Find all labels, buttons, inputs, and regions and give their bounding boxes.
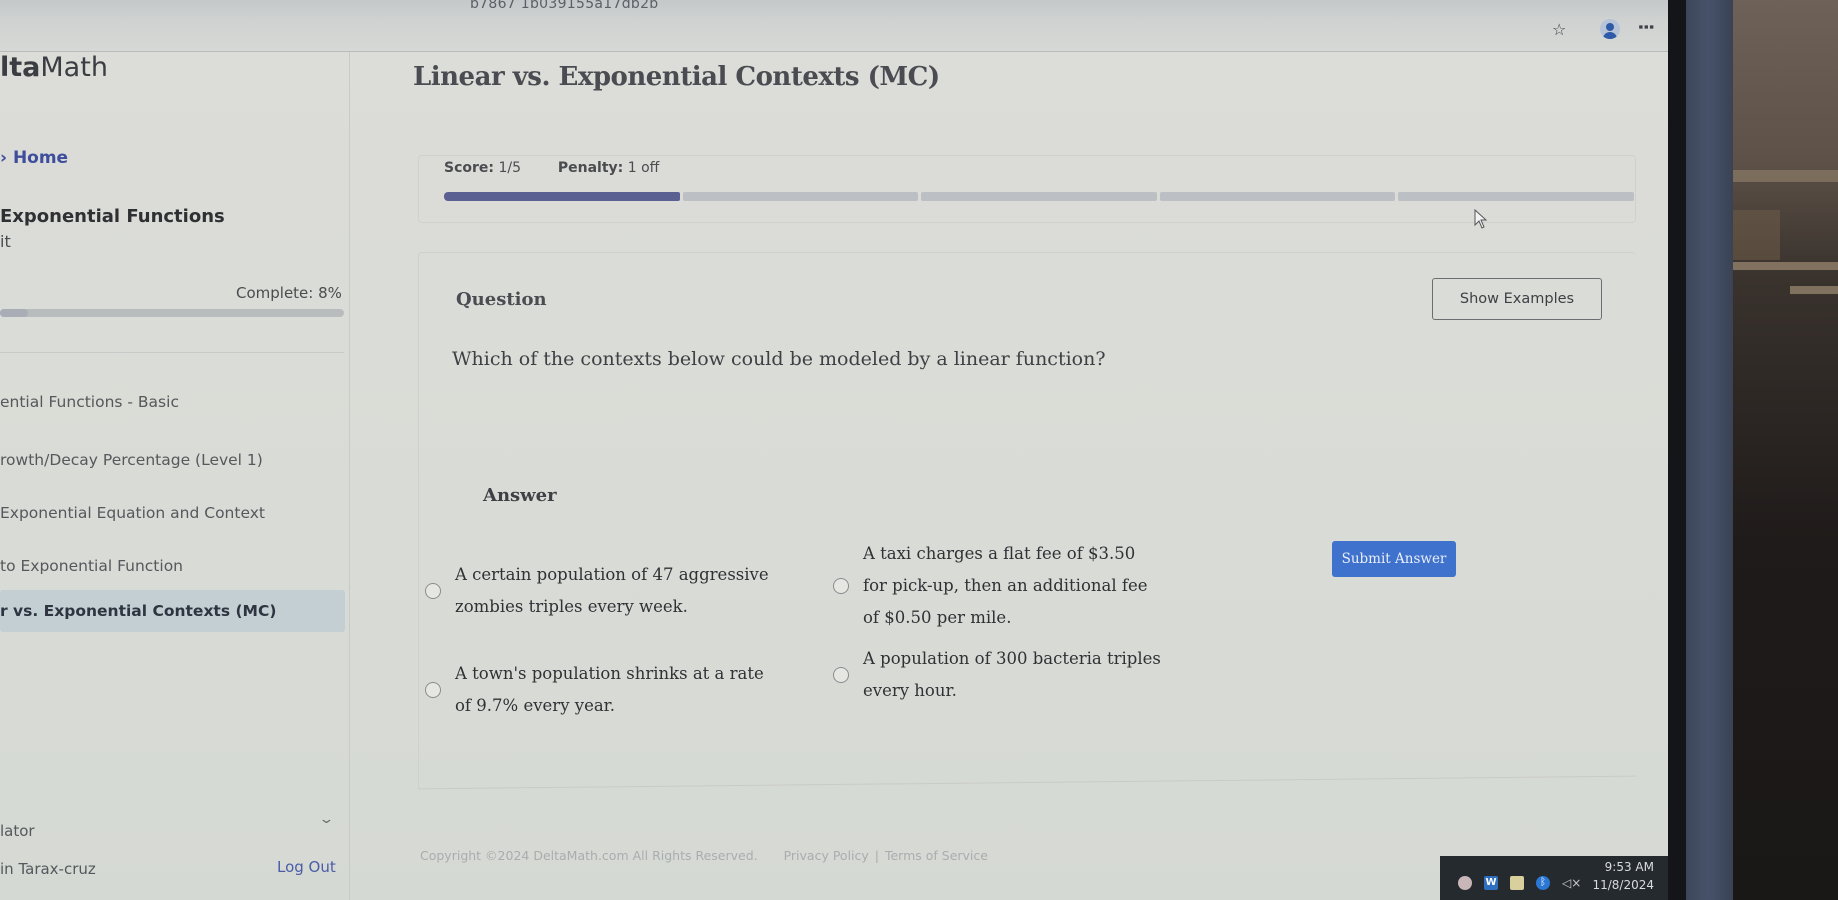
clock-time: 9:53 AM [1604, 860, 1654, 874]
answer-choice-text: A population of 300 bacteria triples eve… [863, 649, 1161, 700]
score-progress-bar [444, 192, 1634, 201]
footer-separator: | [874, 848, 879, 863]
sidebar-item-exponential-functions-basic[interactable]: ential Functions - Basic [0, 382, 345, 422]
shelf [1730, 170, 1838, 182]
bookmark-star-icon[interactable]: ☆ [1552, 20, 1566, 39]
answer-label: Answer [483, 485, 557, 506]
room-background [1730, 0, 1838, 900]
monitor-bezel [1683, 0, 1733, 900]
shelf [1790, 286, 1838, 294]
brand-suffix: Math [40, 52, 108, 83]
terms-of-service-link[interactable]: Terms of Service [885, 848, 988, 863]
sidebar-item-label: Exponential Equation and Context [0, 504, 265, 522]
calculator-label[interactable]: lator [0, 822, 35, 840]
chevron-down-icon[interactable]: ⌄ [318, 812, 334, 827]
score-segment [444, 192, 680, 201]
clock[interactable]: 9:53 AM 11/8/2024 [1592, 858, 1654, 894]
score-card: Score: 1/5 Penalty: 1 off [418, 155, 1636, 223]
answer-choice-text: A taxi charges a flat fee of $3.50 for p… [863, 544, 1148, 627]
sidebar-item-label: to Exponential Function [0, 557, 184, 575]
complete-progress-fill [0, 309, 28, 317]
answer-choice[interactable]: A population of 300 bacteria triples eve… [833, 643, 1193, 707]
penalty-value: 1 off [627, 160, 660, 176]
answer-choice-text: A town's population shrinks at a rate of… [455, 664, 764, 715]
profile-shoulders [1603, 32, 1617, 39]
score-segment [1398, 192, 1634, 201]
screen: b7867 1b039155a17db2b ☆ ⋮ ltaMath › Home… [0, 0, 1668, 900]
submit-answer-button[interactable]: Submit Answer [1332, 541, 1456, 577]
answer-choice[interactable]: A town's population shrinks at a rate of… [425, 658, 785, 722]
exit-link[interactable]: it [0, 232, 11, 251]
taskbar: W ᛒ ◁× 9:53 AM 11/8/2024 [1440, 856, 1668, 900]
radio-button[interactable] [425, 583, 441, 599]
radio-button[interactable] [425, 682, 441, 698]
unit-title: Exponential Functions [0, 206, 225, 227]
sidebar-item-label: rowth/Decay Percentage (Level 1) [0, 451, 263, 469]
sidebar-item-label: r vs. Exponential Contexts (MC) [0, 602, 277, 620]
sidebar-item-to-exponential-function[interactable]: to Exponential Function [0, 546, 345, 586]
sidebar-item-linear-vs-exponential-contexts[interactable]: r vs. Exponential Contexts (MC) [0, 590, 345, 632]
sidebar-item-growth-decay-percentage[interactable]: rowth/Decay Percentage (Level 1) [0, 440, 345, 480]
page-title: Linear vs. Exponential Contexts (MC) [413, 62, 940, 92]
kebab-menu-icon[interactable]: ⋮ [1635, 18, 1656, 33]
answer-choice[interactable]: A certain population of 47 aggressive zo… [425, 559, 785, 623]
word-icon[interactable]: W [1484, 876, 1498, 890]
home-link[interactable]: › Home [0, 148, 68, 168]
complete-progress-bar [0, 309, 344, 317]
home-link-label: Home [12, 148, 69, 168]
microsoft-store-icon[interactable] [1510, 876, 1524, 890]
score-segment [682, 192, 919, 201]
score-segment [1159, 192, 1396, 201]
logout-link[interactable]: Log Out [277, 858, 336, 876]
mouse-cursor-icon [1474, 209, 1488, 229]
question-text: Which of the contexts below could be mod… [452, 348, 1106, 370]
footer: Copyright ©2024 DeltaMath.com All Rights… [420, 848, 988, 863]
radio-button[interactable] [833, 578, 849, 594]
address-bar-url[interactable]: b7867 1b039155a17db2b [470, 0, 658, 12]
chrome-icon[interactable] [1458, 876, 1472, 890]
answer-choice[interactable]: A taxi charges a flat fee of $3.50 for p… [833, 538, 1153, 634]
clock-date: 11/8/2024 [1592, 878, 1654, 892]
profile-head [1606, 23, 1614, 31]
profile-icon[interactable] [1600, 19, 1620, 39]
show-examples-button[interactable]: Show Examples [1432, 278, 1602, 320]
brand-logo[interactable]: ltaMath [0, 52, 108, 83]
question-card: Question Show Examples Which of the cont… [418, 252, 1636, 792]
score-label: Score: [444, 160, 494, 176]
copyright-text: Copyright ©2024 DeltaMath.com All Rights… [420, 848, 758, 863]
answer-choice-text: A certain population of 47 aggressive zo… [455, 565, 769, 616]
shelf [1730, 262, 1838, 270]
sidebar-divider [0, 352, 344, 353]
home-arrow-icon: › [0, 148, 8, 168]
privacy-policy-link[interactable]: Privacy Policy [784, 848, 869, 863]
bluetooth-icon[interactable]: ᛒ [1536, 876, 1550, 890]
box [1730, 210, 1780, 260]
score-value: 1/5 [498, 160, 521, 176]
radio-button[interactable] [833, 667, 849, 683]
system-tray: W ᛒ ◁× [1458, 876, 1581, 890]
volume-muted-icon[interactable]: ◁× [1562, 876, 1581, 890]
browser-toolbar: b7867 1b039155a17db2b ☆ ⋮ [0, 0, 1668, 52]
sidebar: ltaMath › Home Exponential Functions it … [0, 52, 350, 900]
monitor-bezel-inner [1668, 0, 1686, 900]
penalty-label: Penalty: [557, 160, 624, 176]
complete-label: Complete: 8% [236, 284, 342, 302]
score-segment [921, 192, 1157, 201]
user-label: in Tarax-cruz [0, 860, 96, 878]
brand-prefix: lta [0, 52, 41, 83]
score-line: Score: 1/5 Penalty: 1 off [444, 160, 659, 176]
question-label: Question [456, 289, 547, 310]
sidebar-item-exponential-equation-context[interactable]: Exponential Equation and Context [0, 493, 345, 533]
sidebar-item-label: ential Functions - Basic [0, 393, 179, 411]
